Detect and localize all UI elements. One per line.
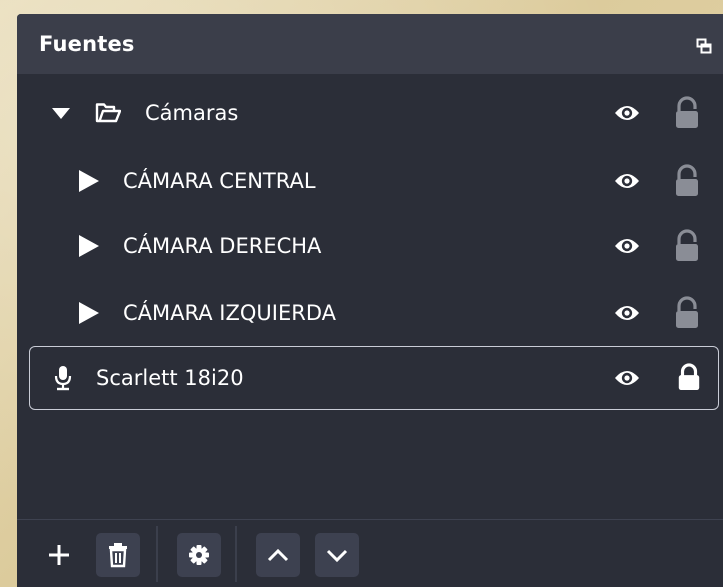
expand-caret-down-icon[interactable]: [52, 108, 70, 120]
expand-caret-right-icon[interactable]: [79, 235, 99, 257]
source-row-camara-izquierda[interactable]: CÁMARA IZQUIERDA: [17, 280, 723, 346]
chevron-down-icon: [326, 549, 348, 563]
source-row-camaras[interactable]: Cámaras: [17, 80, 723, 146]
folder-open-icon: [95, 103, 121, 123]
sources-dock: Fuentes Cámaras CÁMARA CENTRAL CÁMARA DE…: [17, 14, 723, 587]
visibility-eye-icon[interactable]: [614, 303, 640, 323]
source-label: Cámaras: [145, 101, 239, 125]
lock-open-icon[interactable]: [673, 96, 701, 130]
lock-closed-icon[interactable]: [676, 363, 702, 391]
sources-toolbar: [17, 519, 723, 587]
dock-titlebar[interactable]: Fuentes: [17, 14, 723, 74]
move-up-button[interactable]: [256, 533, 300, 577]
expand-caret-right-icon[interactable]: [79, 170, 99, 192]
source-label: Scarlett 18i20: [96, 366, 244, 390]
visibility-eye-icon[interactable]: [614, 103, 640, 123]
source-label: CÁMARA DERECHA: [123, 234, 322, 258]
visibility-eye-icon[interactable]: [614, 368, 640, 388]
source-properties-button[interactable]: [177, 533, 221, 577]
source-row-camara-central[interactable]: CÁMARA CENTRAL: [17, 148, 723, 214]
trash-icon: [109, 543, 127, 568]
expand-caret-right-icon[interactable]: [79, 302, 99, 324]
dock-title: Fuentes: [39, 32, 135, 56]
lock-open-icon[interactable]: [673, 229, 701, 263]
undock-icon[interactable]: [696, 38, 712, 54]
remove-source-button[interactable]: [96, 533, 140, 577]
toolbar-divider: [156, 526, 158, 582]
toolbar-divider: [235, 526, 237, 582]
move-down-button[interactable]: [315, 533, 359, 577]
source-label: CÁMARA IZQUIERDA: [123, 301, 336, 325]
visibility-eye-icon[interactable]: [614, 236, 640, 256]
microphone-icon: [54, 366, 72, 391]
visibility-eye-icon[interactable]: [614, 171, 640, 191]
chevron-up-icon: [267, 548, 289, 562]
lock-open-icon[interactable]: [673, 296, 701, 330]
source-label: CÁMARA CENTRAL: [123, 169, 316, 193]
gear-icon: [189, 545, 209, 565]
source-row-camara-derecha[interactable]: CÁMARA DERECHA: [17, 213, 723, 279]
plus-icon[interactable]: [37, 533, 81, 577]
lock-open-icon[interactable]: [673, 164, 701, 198]
source-row-scarlett-selected[interactable]: Scarlett 18i20: [29, 346, 719, 410]
